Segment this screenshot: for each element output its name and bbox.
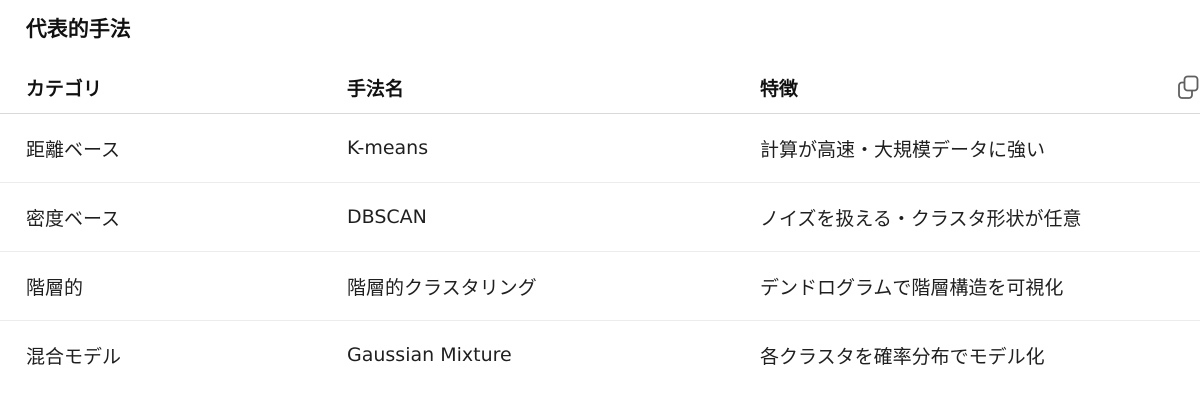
cell-method-name: Gaussian Mixture	[347, 344, 512, 366]
header-method-name: 手法名	[347, 78, 405, 100]
header-features: 特徴	[760, 78, 799, 100]
table-row: 混合モデル Gaussian Mixture 各クラスタを確率分布でモデル化	[0, 320, 1200, 389]
cell-category: 密度ベース	[26, 207, 121, 230]
table-row: 距離ベース K-means 計算が高速・大規模データに強い	[0, 114, 1200, 182]
cell-category: 階層的	[26, 276, 84, 299]
table-row: 階層的 階層的クラスタリング デンドログラムで階層構造を可視化	[0, 251, 1200, 320]
cell-features: ノイズを扱える・クラスタ形状が任意	[760, 207, 1082, 230]
cell-features: 各クラスタを確率分布でモデル化	[760, 345, 1045, 368]
cell-features: 計算が高速・大規模データに強い	[760, 138, 1046, 161]
section-title: 代表的手法	[26, 17, 131, 41]
table-header-row: カテゴリ 手法名 特徴	[0, 62, 1200, 114]
cell-method-name: DBSCAN	[347, 206, 427, 228]
cell-category: 混合モデル	[26, 345, 122, 368]
cell-category: 距離ベース	[26, 138, 121, 161]
header-category: カテゴリ	[26, 78, 103, 100]
page: 代表的手法 カテゴリ 手法名 特徴 距離ベース K-means 計算が高速・大規…	[0, 0, 1200, 420]
cell-method-name: 階層的クラスタリング	[347, 276, 537, 299]
cell-method-name: K-means	[347, 137, 429, 159]
cell-features: デンドログラムで階層構造を可視化	[760, 276, 1064, 299]
table-row: 密度ベース DBSCAN ノイズを扱える・クラスタ形状が任意	[0, 182, 1200, 251]
methods-table: カテゴリ 手法名 特徴 距離ベース K-means 計算が高速・大規模データに強…	[0, 62, 1200, 389]
